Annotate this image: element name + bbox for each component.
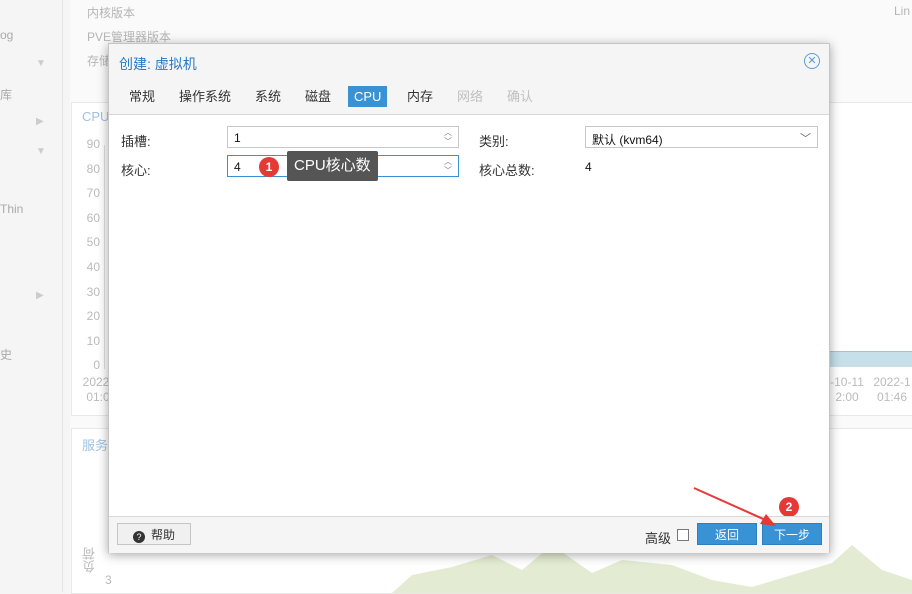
arrow-head [760, 514, 776, 526]
panel-title: CPU [82, 109, 110, 124]
tab-general[interactable]: 常规 [123, 86, 161, 107]
y-tick-label: 80 [86, 161, 100, 176]
y-tick-label: 3 [105, 573, 112, 587]
y-tick-label: 30 [86, 284, 100, 299]
y-tick-label: 40 [86, 260, 100, 274]
chevron-down-icon[interactable]: ▼ [36, 58, 46, 69]
y-tick-label: 60 [86, 210, 100, 225]
x-tick-time: 01:46 [876, 390, 908, 404]
sockets-label: 插槽: [121, 134, 151, 149]
cores-value: 4 [234, 160, 241, 174]
sockets-input[interactable]: 1 ︿ ﹀ [227, 126, 459, 148]
x-tick-label: 2022-1 01:46 [870, 375, 912, 405]
annotation-tooltip: CPU核心数 [287, 151, 378, 181]
next-button-label: 下一步 [773, 528, 810, 542]
dialog-title: 创建: 虚拟机 [119, 56, 197, 72]
wizard-tabs: 常规 操作系统 系统 磁盘 CPU 内存 网络 确认 [109, 80, 829, 115]
sidebar-item-text[interactable]: 库 [0, 86, 12, 103]
cpu-area-series [824, 351, 912, 367]
y-tick-label: 50 [86, 235, 100, 250]
annotation-arrow [693, 487, 776, 526]
info-value: Lin [894, 4, 911, 18]
advanced-label: 高级 [645, 531, 672, 546]
cpu-type-value: 默认 (kvm64) [592, 133, 663, 147]
arrow-line [693, 487, 771, 523]
tab-os[interactable]: 操作系统 [173, 86, 237, 107]
total-cores-value: 4 [585, 160, 592, 174]
panel-title: 服务 [82, 438, 109, 453]
annotation-badge-1: 1 [259, 157, 279, 177]
cores-label: 核心: [121, 163, 151, 178]
back-button-label: 返回 [714, 528, 739, 542]
background-sidebar: og ▼ 库 ▶ ▼ Thin ▶ 史 [0, 0, 63, 592]
tab-cpu[interactable]: CPU [348, 86, 388, 107]
tab-memory[interactable]: 内存 [401, 86, 439, 107]
x-tick-label: -10-11 2:00 [824, 375, 870, 405]
close-icon[interactable]: ✕ [804, 53, 820, 69]
tab-network: 网络 [457, 89, 484, 104]
chevron-right-icon[interactable]: ▶ [36, 116, 44, 127]
x-tick-time: 2:00 [835, 390, 859, 404]
help-button[interactable]: ? 帮助 [117, 523, 191, 545]
y-tick-label: 0 [93, 358, 100, 373]
y-tick-label: 90 [86, 137, 100, 151]
y-axis-label: 负荷 [82, 547, 97, 573]
x-tick-date: 2022-1 [873, 375, 911, 389]
cpu-series-line [824, 351, 912, 352]
spinner-icon[interactable]: ︿ ﹀ [443, 157, 453, 175]
y-axis-line [104, 145, 105, 369]
help-button-label: 帮助 [150, 528, 175, 542]
y-tick-label: 20 [86, 309, 100, 324]
advanced-checkbox[interactable] [677, 529, 689, 541]
create-vm-dialog: 创建: 虚拟机 ✕ 常规 操作系统 系统 磁盘 CPU 内存 网络 确认 插槽:… [108, 43, 830, 553]
chevron-right-icon[interactable]: ▶ [36, 290, 44, 301]
chevron-down-icon[interactable]: ▼ [36, 146, 46, 157]
info-label: 内核版本 [87, 6, 136, 20]
tab-disk[interactable]: 磁盘 [299, 86, 337, 107]
spinner-icon[interactable]: ︿ ﹀ [443, 128, 453, 146]
type-label: 类别: [479, 134, 509, 149]
sidebar-item-text[interactable]: og [0, 28, 13, 42]
x-tick-date: -10-11 [830, 375, 864, 389]
sidebar-item-text[interactable]: Thin [0, 202, 23, 216]
chevron-down-icon[interactable]: ﹀ [800, 130, 811, 146]
dialog-header: 创建: 虚拟机 ✕ [109, 44, 829, 80]
tab-system[interactable]: 系统 [249, 86, 287, 107]
y-tick-label: 10 [86, 333, 100, 348]
cpu-type-select[interactable]: 默认 (kvm64) ﹀ [585, 126, 818, 148]
sockets-value: 1 [234, 131, 241, 145]
y-tick-label: 70 [86, 186, 100, 201]
total-cores-label: 核心总数: [479, 163, 535, 178]
tab-confirm: 确认 [507, 89, 534, 104]
sidebar-item-text[interactable]: 史 [0, 346, 12, 363]
help-icon: ? [132, 531, 145, 543]
